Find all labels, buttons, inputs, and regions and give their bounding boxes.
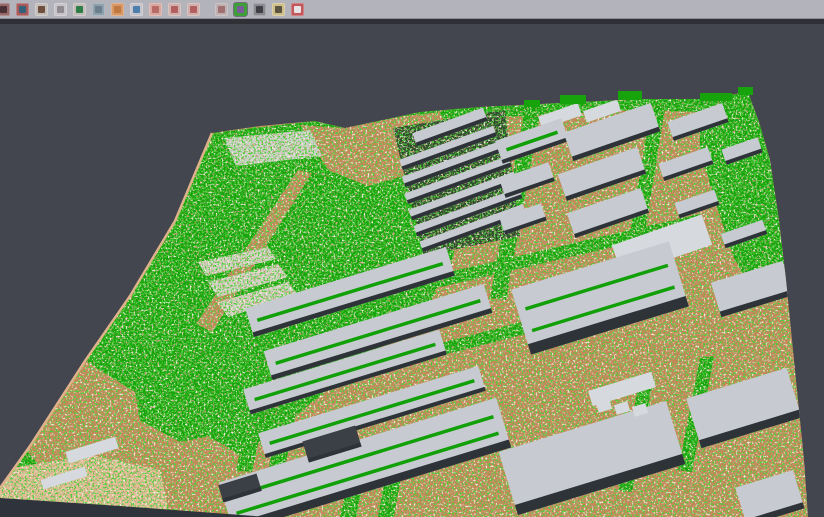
toolbar-underlay [0, 19, 824, 24]
tree-silhouette [524, 100, 540, 107]
terrain-brown-icon-detail [38, 6, 45, 13]
navigation-arrows-icon[interactable] [16, 3, 29, 16]
layer-list-icon[interactable] [149, 3, 162, 16]
layer-list-icon-detail [152, 6, 159, 13]
point-cloud-icon-detail [57, 6, 64, 13]
terrain-content [0, 92, 808, 517]
flag-marker-icon-detail [294, 6, 301, 13]
terrain-green-icon-detail [76, 6, 83, 13]
open-document-icon[interactable] [0, 3, 10, 16]
terrain-green-icon[interactable] [73, 3, 86, 16]
crop-region-icon-detail [218, 6, 225, 13]
open-document-icon-detail [0, 6, 7, 13]
settings-gear-icon[interactable] [253, 3, 266, 16]
terrain-scene [0, 87, 808, 517]
main-toolbar [0, 0, 824, 19]
terrain-brown-icon[interactable] [35, 3, 48, 16]
tree-silhouette [618, 91, 642, 100]
tree-silhouette [560, 95, 586, 104]
rect-selection-icon[interactable] [187, 3, 200, 16]
point-cloud-icon[interactable] [54, 3, 67, 16]
measure-ruler-icon[interactable] [272, 3, 285, 16]
rect-selection-icon-detail [190, 6, 197, 13]
crop-region-icon[interactable] [215, 3, 228, 16]
wall-panel-icon[interactable] [92, 3, 105, 16]
circle-selection-icon-detail [171, 6, 178, 13]
flag-marker-icon[interactable] [291, 3, 304, 16]
circle-selection-icon[interactable] [168, 3, 181, 16]
tree-silhouette [738, 87, 753, 95]
measure-ruler-icon-detail [275, 6, 282, 13]
model-viewport-3d[interactable] [0, 24, 824, 517]
terrain-svg [0, 0, 824, 517]
tree-silhouette [700, 93, 732, 101]
classify-colors-icon-detail [237, 6, 244, 13]
globe-view-icon[interactable] [130, 3, 143, 16]
classify-colors-icon[interactable] [234, 3, 247, 16]
wall-panel-icon-detail [95, 6, 102, 13]
navigation-arrows-icon-detail [19, 6, 26, 13]
settings-gear-icon-detail [256, 6, 263, 13]
globe-view-icon-detail [133, 6, 140, 13]
ortho-texture-icon-detail [114, 6, 121, 13]
ortho-texture-icon[interactable] [111, 3, 124, 16]
